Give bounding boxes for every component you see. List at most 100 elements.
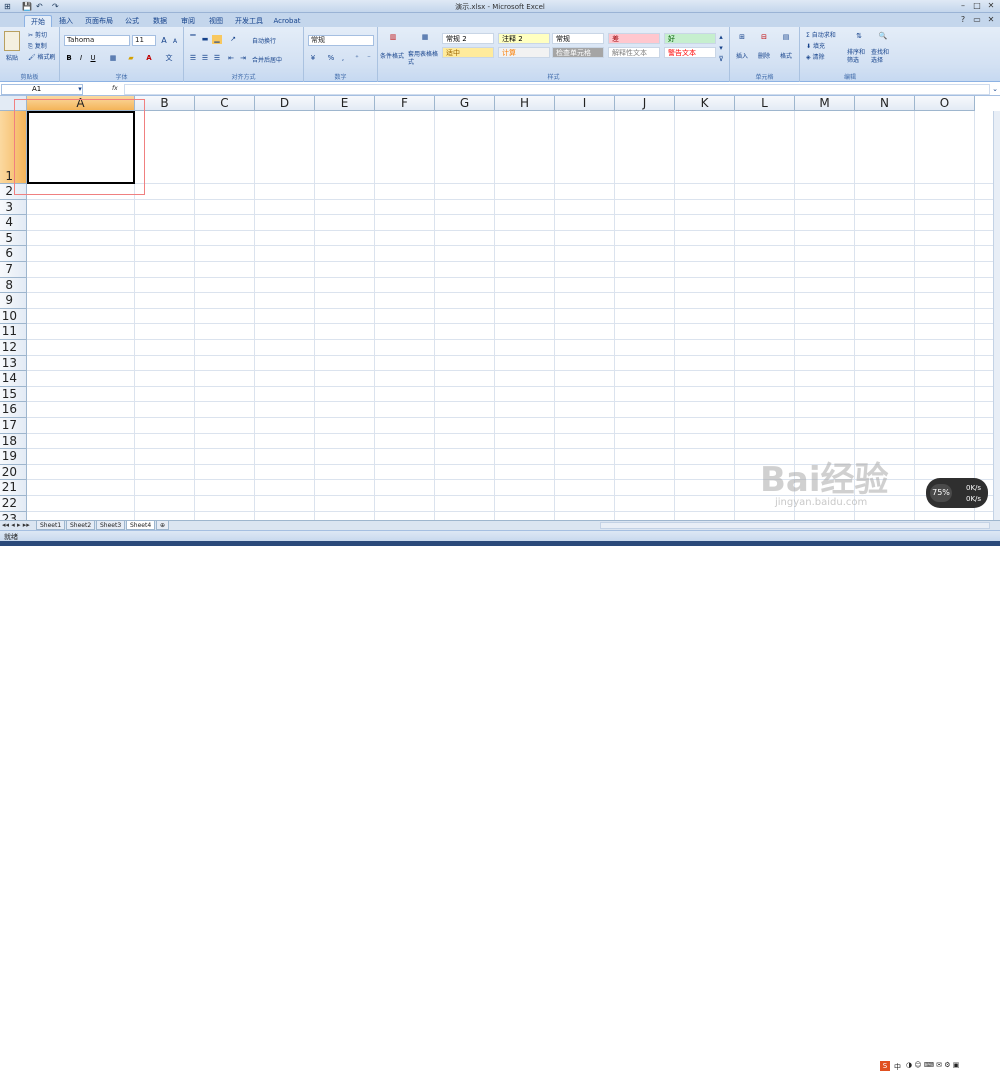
row-header-7[interactable]: 7: [0, 262, 27, 278]
column-header-j[interactable]: J: [615, 96, 675, 111]
gallery-down-icon[interactable]: ▾: [716, 44, 726, 53]
clear-button[interactable]: ◈ 清除: [806, 52, 825, 61]
row-header-17[interactable]: 17: [0, 418, 27, 434]
row-header-13[interactable]: 13: [0, 355, 27, 372]
grow-font-button[interactable]: A: [159, 36, 169, 45]
gallery-up-icon[interactable]: ▴: [716, 33, 726, 42]
ime-mode[interactable]: 中: [894, 1062, 901, 1072]
align-middle-icon[interactable]: ▬: [200, 35, 210, 44]
row-header-5[interactable]: 5: [0, 230, 27, 247]
row-header-9[interactable]: 9: [0, 293, 27, 309]
comma-button[interactable]: ,: [338, 54, 348, 63]
row-header-12[interactable]: 12: [0, 340, 27, 356]
bold-button[interactable]: B: [64, 54, 74, 63]
cell-style-6[interactable]: 适中: [442, 47, 494, 58]
format-cells-icon[interactable]: ▤: [780, 33, 792, 45]
insert-function-button[interactable]: fx: [112, 85, 118, 92]
delete-cells-icon[interactable]: ⊟: [758, 33, 770, 45]
cell-style-1[interactable]: 常规 2: [442, 33, 494, 44]
row-header-23[interactable]: 23: [0, 511, 27, 520]
increase-decimal-icon[interactable]: ⁺: [352, 54, 362, 63]
cell-style-8[interactable]: 检查单元格: [552, 47, 604, 58]
cell-style-4[interactable]: 差: [608, 33, 660, 44]
row-header-11[interactable]: 11: [0, 324, 27, 340]
format-cells-button[interactable]: 格式: [780, 51, 792, 60]
cell-style-2[interactable]: 注释 2: [498, 33, 550, 44]
insert-cells-button[interactable]: 插入: [736, 51, 748, 60]
tab-developer[interactable]: 开发工具: [232, 15, 266, 27]
column-header-c[interactable]: C: [195, 96, 255, 111]
column-header-n[interactable]: N: [855, 96, 915, 111]
row-header-3[interactable]: 3: [0, 199, 27, 216]
column-header-h[interactable]: H: [495, 96, 555, 111]
cell-style-10[interactable]: 警告文本: [664, 47, 716, 58]
font-color-icon[interactable]: A: [144, 54, 154, 63]
format-as-table-button[interactable]: 套用表格格式: [408, 51, 438, 67]
find-select-button[interactable]: 查找和选择: [871, 49, 893, 65]
phonetic-icon[interactable]: 文: [164, 54, 174, 63]
column-header-e[interactable]: E: [315, 96, 375, 111]
row-header-10[interactable]: 10: [0, 308, 27, 325]
row-header-8[interactable]: 8: [0, 277, 27, 294]
horizontal-scrollbar[interactable]: [600, 522, 990, 529]
number-format-select[interactable]: 常规: [308, 35, 374, 46]
sheet-tab-2[interactable]: Sheet2: [66, 521, 96, 530]
column-header-i[interactable]: I: [555, 96, 615, 111]
close-button[interactable]: ✕: [986, 1, 996, 11]
sheet-tab-4[interactable]: Sheet4: [126, 521, 156, 530]
column-header-k[interactable]: K: [675, 96, 735, 111]
tab-view[interactable]: 视图: [204, 15, 228, 27]
column-header-g[interactable]: G: [435, 96, 495, 111]
find-select-icon[interactable]: 🔍: [876, 32, 890, 46]
orientation-icon[interactable]: ↗: [228, 35, 238, 44]
help-icon[interactable]: ?: [958, 15, 968, 25]
align-bottom-icon[interactable]: ▁: [212, 35, 222, 44]
align-left-icon[interactable]: ☰: [188, 54, 198, 63]
tab-page-layout[interactable]: 页面布局: [82, 15, 116, 27]
tab-home[interactable]: 开始: [24, 15, 52, 27]
vertical-scrollbar[interactable]: [993, 111, 1000, 520]
percent-button[interactable]: %: [326, 54, 336, 63]
conditional-format-button[interactable]: 条件格式: [380, 51, 404, 60]
row-header-14[interactable]: 14: [0, 371, 27, 387]
insert-cells-icon[interactable]: ⊞: [736, 33, 748, 45]
row-header-21[interactable]: 21: [0, 480, 27, 496]
sheet-tab-1[interactable]: Sheet1: [36, 521, 66, 530]
cell-style-3[interactable]: 常规: [552, 33, 604, 44]
network-speed-widget[interactable]: 75% 0K/s 0K/s: [926, 478, 988, 508]
font-name-select[interactable]: Tahoma: [64, 35, 130, 46]
delete-cells-button[interactable]: 删除: [758, 51, 770, 60]
minimize-button[interactable]: –: [958, 1, 968, 11]
name-box[interactable]: A1: [1, 84, 83, 95]
maximize-button[interactable]: □: [972, 1, 982, 11]
row-header-18[interactable]: 18: [0, 433, 27, 450]
sheet-nav-icons[interactable]: ◂◂ ◂ ▸ ▸▸: [2, 521, 30, 529]
underline-button[interactable]: U: [88, 54, 98, 63]
align-top-icon[interactable]: ▔: [188, 35, 198, 44]
fill-button[interactable]: ⬇ 填充: [806, 41, 825, 50]
row-header-22[interactable]: 22: [0, 496, 27, 512]
namebox-dropdown-icon[interactable]: ▾: [75, 85, 85, 94]
currency-icon[interactable]: ¥: [308, 54, 318, 63]
tab-data[interactable]: 数据: [148, 15, 172, 27]
column-header-m[interactable]: M: [795, 96, 855, 111]
column-header-f[interactable]: F: [375, 96, 435, 111]
row-header-6[interactable]: 6: [0, 246, 27, 262]
autosum-button[interactable]: Σ 自动求和: [806, 30, 836, 39]
cut-button[interactable]: ✂ 剪切: [28, 30, 47, 39]
format-as-table-icon[interactable]: ▦: [418, 33, 432, 47]
expand-formula-icon[interactable]: ⌄: [990, 85, 1000, 94]
copy-button[interactable]: ⎘ 复制: [28, 41, 47, 51]
cell-style-7[interactable]: 计算: [498, 47, 550, 58]
font-size-select[interactable]: 11: [132, 35, 156, 46]
row-header-4[interactable]: 4: [0, 215, 27, 231]
increase-indent-icon[interactable]: ⇥: [238, 54, 248, 63]
format-painter-button[interactable]: 🖌 格式刷: [28, 52, 56, 61]
formula-input[interactable]: [124, 84, 990, 95]
decrease-indent-icon[interactable]: ⇤: [226, 54, 236, 63]
tab-acrobat[interactable]: Acrobat: [270, 15, 304, 27]
border-icon[interactable]: ▦: [108, 54, 118, 63]
tray-icons[interactable]: ◑ ☺ ⌨ ✉ ⚙ ▣: [906, 1061, 959, 1069]
sort-filter-button[interactable]: 排序和筛选: [847, 49, 869, 65]
merge-center-button[interactable]: 合并后居中: [252, 55, 282, 64]
